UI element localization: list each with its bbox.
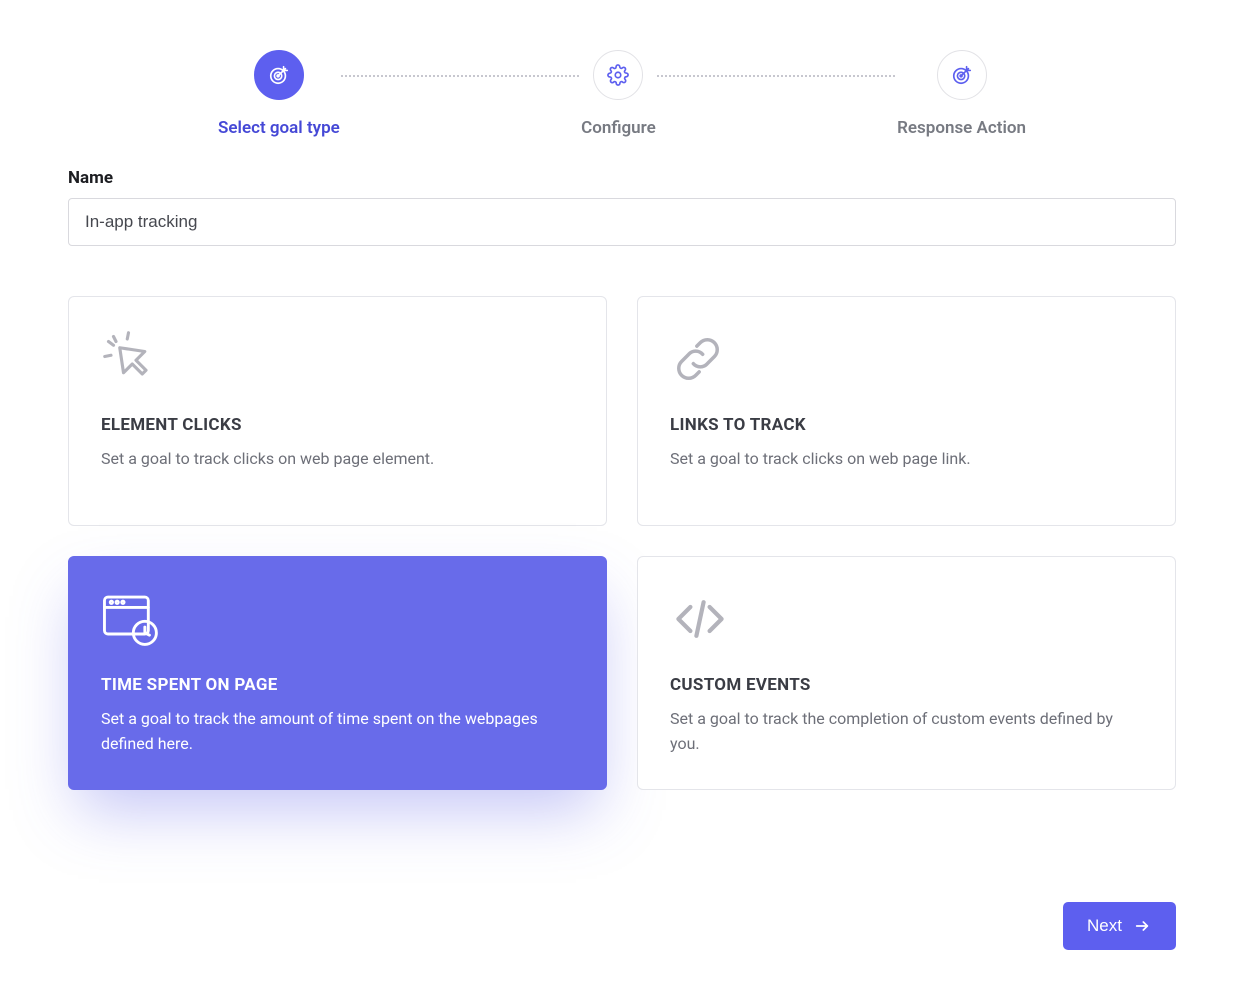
step-progress: Select goal type Configure Response Acti… — [218, 50, 1026, 138]
name-label: Name — [68, 168, 1176, 188]
arrow-right-icon — [1132, 918, 1152, 934]
browser-clock-icon — [101, 589, 574, 649]
next-button-label: Next — [1087, 916, 1122, 936]
step-label: Configure — [581, 118, 656, 138]
target-icon — [254, 50, 304, 100]
step-connector — [310, 75, 611, 77]
step-response-action[interactable]: Response Action — [897, 50, 1026, 138]
card-desc: Set a goal to track the completion of cu… — [670, 707, 1143, 757]
card-desc: Set a goal to track clicks on web page l… — [670, 447, 1143, 472]
next-button[interactable]: Next — [1063, 902, 1176, 950]
card-links-to-track[interactable]: LINKS TO TRACK Set a goal to track click… — [637, 296, 1176, 526]
card-custom-events[interactable]: CUSTOM EVENTS Set a goal to track the co… — [637, 556, 1176, 790]
step-label: Select goal type — [218, 118, 340, 138]
step-connector — [626, 75, 927, 77]
card-title: TIME SPENT ON PAGE — [101, 675, 574, 695]
step-select-goal-type[interactable]: Select goal type — [218, 50, 340, 138]
card-desc: Set a goal to track clicks on web page e… — [101, 447, 574, 472]
gear-icon — [593, 50, 643, 100]
code-icon — [670, 589, 1143, 649]
goal-type-grid: ELEMENT CLICKS Set a goal to track click… — [68, 296, 1176, 790]
link-icon — [670, 329, 1143, 389]
target-icon — [937, 50, 987, 100]
card-title: CUSTOM EVENTS — [670, 675, 1143, 695]
card-element-clicks[interactable]: ELEMENT CLICKS Set a goal to track click… — [68, 296, 607, 526]
card-desc: Set a goal to track the amount of time s… — [101, 707, 574, 757]
card-time-spent-on-page[interactable]: TIME SPENT ON PAGE Set a goal to track t… — [68, 556, 607, 790]
step-label: Response Action — [897, 118, 1026, 138]
card-title: LINKS TO TRACK — [670, 415, 1143, 435]
step-configure[interactable]: Configure — [581, 50, 656, 138]
cursor-click-icon — [101, 329, 574, 389]
name-input[interactable] — [68, 198, 1176, 246]
card-title: ELEMENT CLICKS — [101, 415, 574, 435]
